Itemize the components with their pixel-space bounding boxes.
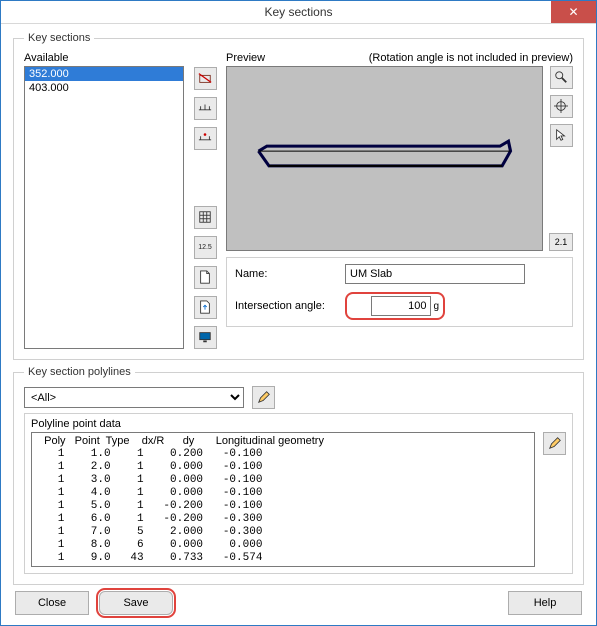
name-angle-box: Name: Intersection angle: g bbox=[226, 257, 573, 327]
rotation-note: (Rotation angle is not included in previ… bbox=[369, 52, 573, 64]
preview-scale-label: 2.1 bbox=[549, 233, 573, 251]
zoom-fit-button[interactable] bbox=[550, 66, 573, 89]
point-data-label: Polyline point data bbox=[31, 418, 566, 430]
document-import-icon bbox=[198, 300, 212, 316]
polylines-legend: Key section polylines bbox=[24, 366, 135, 378]
close-icon: ✕ bbox=[568, 5, 578, 19]
available-listbox[interactable]: 352.000403.000 bbox=[24, 66, 184, 349]
name-input[interactable] bbox=[345, 264, 525, 284]
table-header: Poly Point Type dx/R dy Longitudinal geo… bbox=[38, 435, 528, 448]
save-button[interactable]: Save bbox=[99, 591, 173, 615]
window-title: Key sections bbox=[264, 5, 332, 19]
close-window-button[interactable]: ✕ bbox=[551, 1, 596, 23]
tool-column: 12.5 bbox=[192, 52, 218, 349]
edit-polyline-button[interactable] bbox=[252, 386, 275, 409]
delete-icon bbox=[198, 71, 212, 87]
preview-column: Preview (Rotation angle is not included … bbox=[226, 52, 573, 349]
available-label: Available bbox=[24, 52, 184, 64]
angle-highlight: g bbox=[345, 292, 445, 320]
pencil-icon bbox=[257, 390, 271, 406]
edit-section-button[interactable] bbox=[194, 127, 217, 150]
monitor-icon bbox=[198, 330, 212, 346]
close-button[interactable]: Close bbox=[15, 591, 89, 615]
table-row[interactable]: 1 8.0 6 0.000 0.000 bbox=[38, 539, 528, 552]
table-row[interactable]: 1 1.0 1 0.200 -0.100 bbox=[38, 448, 528, 461]
key-sections-group: Key sections Available 352.000403.000 bbox=[13, 32, 584, 360]
pencil-icon bbox=[548, 436, 562, 452]
help-button[interactable]: Help bbox=[508, 591, 582, 615]
angle-unit: g bbox=[433, 301, 439, 312]
table-row[interactable]: 1 4.0 1 0.000 -0.100 bbox=[38, 487, 528, 500]
name-label: Name: bbox=[235, 268, 345, 280]
scale-label: 12.5 bbox=[198, 244, 212, 251]
cursor-icon bbox=[554, 128, 568, 144]
key-sections-legend: Key sections bbox=[24, 32, 94, 44]
intersection-angle-input[interactable] bbox=[371, 296, 431, 316]
preview-label: Preview bbox=[226, 52, 265, 64]
polyline-filter-dropdown[interactable]: <All> bbox=[24, 387, 244, 408]
document-icon bbox=[198, 270, 212, 286]
edit-points-button[interactable] bbox=[543, 432, 566, 455]
table-row[interactable]: 1 3.0 1 0.000 -0.100 bbox=[38, 474, 528, 487]
copy-table-button[interactable] bbox=[194, 206, 217, 229]
preview-canvas[interactable] bbox=[226, 66, 543, 251]
list-item[interactable]: 403.000 bbox=[25, 81, 183, 95]
point-data-group: Polyline point data Poly Point Type dx/R… bbox=[24, 413, 573, 574]
screen-button[interactable] bbox=[194, 326, 217, 349]
grid-icon bbox=[198, 210, 212, 226]
table-row[interactable]: 1 5.0 1 -0.200 -0.100 bbox=[38, 500, 528, 513]
delete-section-button[interactable] bbox=[194, 67, 217, 90]
titlebar: Key sections ✕ bbox=[1, 1, 596, 24]
available-column: Available 352.000403.000 bbox=[24, 52, 184, 349]
import-doc-button[interactable] bbox=[194, 296, 217, 319]
point-data-table[interactable]: Poly Point Type dx/R dy Longitudinal geo… bbox=[31, 432, 535, 567]
pointer-button[interactable] bbox=[550, 124, 573, 147]
magnifier-icon bbox=[554, 70, 568, 86]
polylines-group: Key section polylines <All> Polyline poi… bbox=[13, 366, 584, 585]
key-sections-dialog: Key sections ✕ Key sections Available 35… bbox=[0, 0, 597, 626]
list-item[interactable]: 352.000 bbox=[25, 67, 183, 81]
angle-label: Intersection angle: bbox=[235, 300, 345, 312]
bridge-edit-icon bbox=[198, 131, 212, 147]
scale-button[interactable]: 12.5 bbox=[194, 236, 217, 259]
zoom-center-button[interactable] bbox=[550, 95, 573, 118]
dialog-button-bar: Close Save Help bbox=[13, 591, 584, 615]
table-row[interactable]: 1 9.0 43 0.733 -0.574 bbox=[38, 552, 528, 565]
crosshair-icon bbox=[554, 99, 568, 115]
table-row[interactable]: 1 7.0 5 2.000 -0.300 bbox=[38, 526, 528, 539]
export-doc-button[interactable] bbox=[194, 266, 217, 289]
preview-side-tools: 2.1 bbox=[549, 66, 573, 251]
table-row[interactable]: 1 6.0 1 -0.200 -0.300 bbox=[38, 513, 528, 526]
table-row[interactable]: 1 2.0 1 0.000 -0.100 bbox=[38, 461, 528, 474]
bridge-icon bbox=[198, 101, 212, 117]
apply-section-button[interactable] bbox=[194, 97, 217, 120]
